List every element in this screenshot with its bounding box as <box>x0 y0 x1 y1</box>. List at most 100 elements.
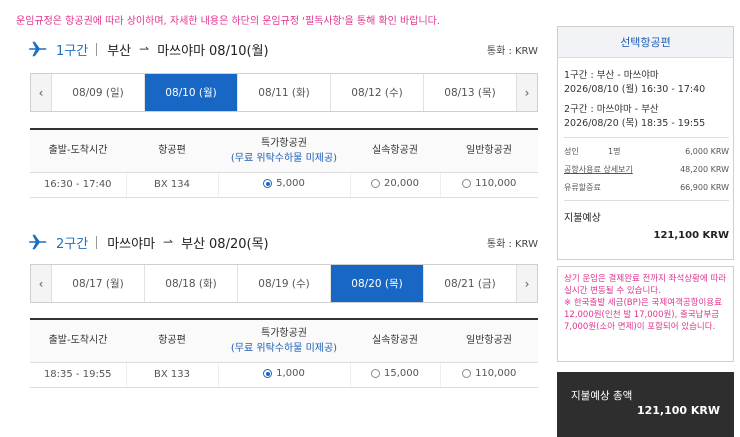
segment-date: 08/10(월) <box>209 43 269 59</box>
col-time: 출발-도착시간 <box>30 128 126 173</box>
summary-segment-1: 1구간 : 부산 - 마쓰야마 2026/08/10 (월) 16:30 - 1… <box>564 69 729 97</box>
flight-number: BX 133 <box>126 362 219 388</box>
radio-icon <box>371 369 380 378</box>
col-time: 출발-도착시간 <box>30 318 126 363</box>
fare-radio-discount[interactable]: 15,000 <box>371 368 419 379</box>
table-row: 16:30 - 17:40 BX 134 5,000 20,000 110,00… <box>30 172 538 198</box>
flight-time: 16:30 - 17:40 <box>30 172 127 198</box>
table-row: 18:35 - 19:55 BX 133 1,000 15,000 110,00… <box>30 362 538 388</box>
adult-amount: 6,000 KRW <box>685 146 729 156</box>
panel-title: 선택항공편 <box>558 27 733 58</box>
selected-flights-panel: 선택항공편 1구간 : 부산 - 마쓰야마 2026/08/10 (월) 16:… <box>557 26 734 260</box>
route-arrow-icon: ⇀ <box>163 235 174 249</box>
col-discount: 실속항공권 <box>350 128 440 173</box>
col-flight: 항공편 <box>126 318 218 363</box>
segment-label: 2구간 <box>56 236 89 252</box>
fare-radio-special[interactable]: 5,000 <box>263 178 305 189</box>
segment-1-header: 1구간 부산 ⇀ 마쓰야마 08/10(월) 통화 : KRW <box>28 38 538 60</box>
total-payment-box: 지불예상 총액 121,100 KRW <box>557 372 734 437</box>
col-special-label: 특가항공권 <box>261 327 307 339</box>
date-tab[interactable]: 08/21 (금) <box>424 265 516 302</box>
fare-radio-normal[interactable]: 110,000 <box>462 178 516 189</box>
col-flight: 항공편 <box>126 128 218 173</box>
date-tab[interactable]: 08/12 (수) <box>331 74 424 111</box>
destination-city: 마쓰야마 <box>157 43 206 59</box>
tax-amount: 48,200 KRW <box>680 164 729 174</box>
expected-payment-amount: 121,100 KRW <box>653 230 729 241</box>
fare-price: 110,000 <box>475 178 517 189</box>
divider <box>96 42 98 56</box>
radio-selected-icon <box>263 179 273 188</box>
next-dates-button[interactable]: › <box>516 74 537 111</box>
fare-price: 1,000 <box>276 368 305 379</box>
fare-radio-special[interactable]: 1,000 <box>263 368 305 379</box>
fare-rule-notice: 운임규정은 항공권에 따라 상이하며, 자세한 내용은 하단의 운임규정 '필독… <box>16 16 441 27</box>
col-special-sub: (무료 위탁수하물 미제공) <box>230 342 338 354</box>
divider <box>564 200 729 201</box>
origin-city: 마쓰야마 <box>107 236 156 252</box>
airport-fee-detail-link[interactable]: 공항사용료 상세보기 <box>564 164 680 175</box>
date-tab[interactable]: 08/18 (화) <box>145 265 238 302</box>
date-tab[interactable]: 08/17 (월) <box>52 265 145 302</box>
warning-line-1: 상기 운임은 결제완료 전까지 좌석상황에 따라 실시간 변동될 수 있습니다. <box>564 274 727 296</box>
fare-row-fuel: 유류할증료 66,900 KRW <box>564 178 729 196</box>
summary-seg2-time: 2026/08/20 (목) 18:35 - 19:55 <box>564 118 706 129</box>
fare-warning-box: 상기 운임은 결제완료 전까지 좌석상황에 따라 실시간 변동될 수 있습니다.… <box>557 266 734 362</box>
fuel-amount: 66,900 KRW <box>680 182 729 192</box>
col-normal: 일반항공권 <box>440 128 538 173</box>
radio-icon <box>371 179 380 188</box>
segment-date: 08/20(목) <box>209 236 269 252</box>
next-dates-button[interactable]: › <box>516 265 537 302</box>
flight-table-1: 출발-도착시간 항공편 특가항공권 (무료 위탁수하물 미제공) 실속항공권 일반… <box>30 128 538 198</box>
radio-icon <box>462 369 472 378</box>
fare-row-tax: 공항사용료 상세보기 48,200 KRW <box>564 160 729 178</box>
flight-time: 18:35 - 19:55 <box>30 362 127 388</box>
fare-price: 15,000 <box>384 368 419 379</box>
airplane-icon <box>29 41 47 57</box>
adult-count: 1명 <box>608 146 621 156</box>
total-label: 지불예상 총액 <box>571 390 633 402</box>
col-special: 특가항공권 (무료 위탁수하물 미제공) <box>218 318 350 363</box>
airplane-icon <box>29 234 47 250</box>
date-tab[interactable]: 08/09 (일) <box>52 74 145 111</box>
fare-price: 110,000 <box>475 368 517 379</box>
col-special: 특가항공권 (무료 위탁수하물 미제공) <box>218 128 350 173</box>
col-normal: 일반항공권 <box>440 318 538 363</box>
summary-seg2-route: 2구간 : 마쓰야마 - 부산 <box>564 104 659 115</box>
segment-route: 부산 ⇀ 마쓰야마 08/10(월) <box>107 40 268 59</box>
fare-price: 20,000 <box>384 178 419 189</box>
divider <box>96 235 98 249</box>
prev-dates-button[interactable]: ‹ <box>31 265 52 302</box>
fare-row-adult: 성인 1명 6,000 KRW <box>564 142 729 160</box>
prev-dates-button[interactable]: ‹ <box>31 74 52 111</box>
fare-price: 5,000 <box>276 178 305 189</box>
total-amount: 121,100 KRW <box>636 404 720 417</box>
adult-label: 성인 <box>564 146 579 156</box>
radio-icon <box>462 179 472 188</box>
destination-city: 부산 <box>181 236 206 252</box>
date-selector-1: ‹ 08/09 (일) 08/10 (월) 08/11 (화) 08/12 (수… <box>30 73 538 112</box>
fare-radio-normal[interactable]: 110,000 <box>462 368 516 379</box>
date-tab-selected[interactable]: 08/10 (월) <box>145 74 238 111</box>
date-selector-2: ‹ 08/17 (월) 08/18 (화) 08/19 (수) 08/20 (목… <box>30 264 538 303</box>
date-tab[interactable]: 08/11 (화) <box>238 74 331 111</box>
summary-seg1-time: 2026/08/10 (월) 16:30 - 17:40 <box>564 84 706 95</box>
flight-number: BX 134 <box>126 172 219 198</box>
fare-radio-discount[interactable]: 20,000 <box>371 178 419 189</box>
col-special-sub: (무료 위탁수하물 미제공) <box>230 152 338 164</box>
date-tab[interactable]: 08/19 (수) <box>238 265 331 302</box>
currency-label: 통화 : KRW <box>486 45 538 57</box>
route-arrow-icon: ⇀ <box>139 42 150 56</box>
expected-payment-label: 지불예상 <box>564 213 601 224</box>
col-special-label: 특가항공권 <box>261 137 307 149</box>
segment-label: 1구간 <box>56 43 89 59</box>
warning-line-2: ※ 한국출발 세금(BP)은 국제여객공항이용료 12,000원(인천 발 17… <box>564 298 722 332</box>
segment-route: 마쓰야마 ⇀ 부산 08/20(목) <box>107 233 268 252</box>
flight-table-2: 출발-도착시간 항공편 특가항공권 (무료 위탁수하물 미제공) 실속항공권 일반… <box>30 318 538 388</box>
summary-segment-2: 2구간 : 마쓰야마 - 부산 2026/08/20 (목) 18:35 - 1… <box>564 103 729 131</box>
col-discount: 실속항공권 <box>350 318 440 363</box>
date-tab-selected[interactable]: 08/20 (목) <box>331 265 424 302</box>
origin-city: 부산 <box>107 43 132 59</box>
summary-seg1-route: 1구간 : 부산 - 마쓰야마 <box>564 70 659 81</box>
date-tab[interactable]: 08/13 (목) <box>424 74 516 111</box>
